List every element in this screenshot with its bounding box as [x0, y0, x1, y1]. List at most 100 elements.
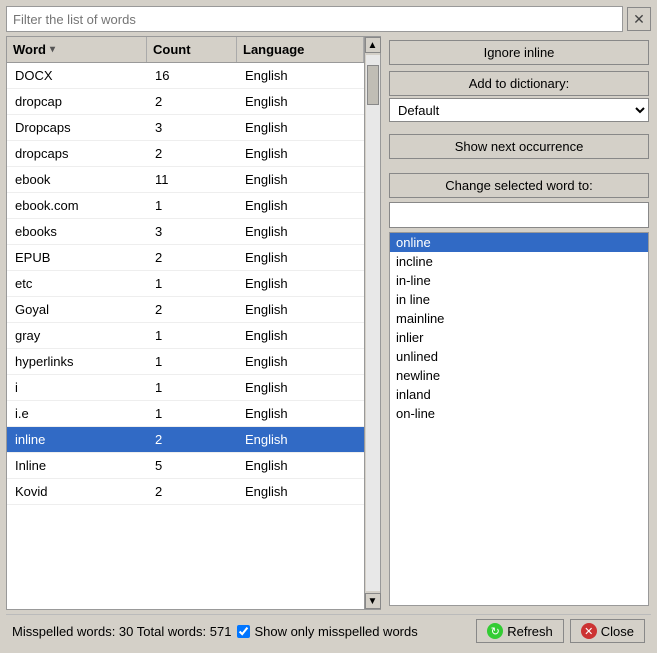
- suggestion-item[interactable]: incline: [390, 252, 648, 271]
- filter-clear-button[interactable]: ✕: [627, 7, 651, 31]
- cell-word: Goyal: [7, 302, 147, 317]
- cell-word: gray: [7, 328, 147, 343]
- change-word-input[interactable]: online: [389, 202, 649, 228]
- suggestion-item[interactable]: in-line: [390, 271, 648, 290]
- cell-word: dropcap: [7, 94, 147, 109]
- action-buttons: ↻ Refresh ✕ Close: [476, 619, 645, 643]
- cell-language: English: [237, 198, 364, 213]
- cell-count: 11: [147, 172, 237, 187]
- suggestion-item[interactable]: newline: [390, 366, 648, 385]
- cell-word: Inline: [7, 458, 147, 473]
- table-row[interactable]: dropcaps 2 English: [7, 141, 364, 167]
- suggestion-item[interactable]: unlined: [390, 347, 648, 366]
- table-row[interactable]: Kovid 2 English: [7, 479, 364, 505]
- cell-word: etc: [7, 276, 147, 291]
- scroll-up-button[interactable]: ▲: [365, 37, 381, 53]
- table-row[interactable]: etc 1 English: [7, 271, 364, 297]
- scroll-down-button[interactable]: ▼: [365, 593, 381, 609]
- status-text: Misspelled words: 30 Total words: 571: [12, 624, 231, 639]
- cell-word: ebook.com: [7, 198, 147, 213]
- show-misspelled-label[interactable]: Show only misspelled words: [237, 624, 417, 639]
- cell-language: English: [237, 432, 364, 447]
- cell-language: English: [237, 458, 364, 473]
- scrollbar[interactable]: ▲ ▼: [365, 36, 381, 610]
- suggestion-item[interactable]: online: [390, 233, 648, 252]
- change-section: Change selected word to: online onlinein…: [387, 169, 651, 610]
- table-row[interactable]: DOCX 16 English: [7, 63, 364, 89]
- checkbox-text: Show only misspelled words: [254, 624, 417, 639]
- close-label: Close: [601, 624, 634, 639]
- table-row[interactable]: Dropcaps 3 English: [7, 115, 364, 141]
- status-bar: Misspelled words: 30 Total words: 571 Sh…: [6, 614, 651, 647]
- table-row[interactable]: gray 1 English: [7, 323, 364, 349]
- cell-count: 2: [147, 302, 237, 317]
- cell-language: English: [237, 354, 364, 369]
- suggestion-item[interactable]: in line: [390, 290, 648, 309]
- table-row[interactable]: inline 2 English: [7, 427, 364, 453]
- cell-language: English: [237, 302, 364, 317]
- cell-language: English: [237, 94, 364, 109]
- table-row[interactable]: ebook.com 1 English: [7, 193, 364, 219]
- scrollbar-thumb[interactable]: [367, 65, 379, 105]
- refresh-button[interactable]: ↻ Refresh: [476, 619, 564, 643]
- suggestion-item[interactable]: mainline: [390, 309, 648, 328]
- table-row[interactable]: i 1 English: [7, 375, 364, 401]
- dictionary-select[interactable]: Default: [389, 98, 649, 122]
- table-row[interactable]: hyperlinks 1 English: [7, 349, 364, 375]
- cell-language: English: [237, 68, 364, 83]
- cell-count: 2: [147, 484, 237, 499]
- cell-word: i: [7, 380, 147, 395]
- cell-language: English: [237, 120, 364, 135]
- table-row[interactable]: Inline 5 English: [7, 453, 364, 479]
- cell-word: i.e: [7, 406, 147, 421]
- cell-word: ebooks: [7, 224, 147, 239]
- cell-word: DOCX: [7, 68, 147, 83]
- table-row[interactable]: EPUB 2 English: [7, 245, 364, 271]
- filter-input[interactable]: [6, 6, 623, 32]
- suggestion-item[interactable]: on-line: [390, 404, 648, 423]
- content-area: Word ▾ Count Language DOCX 16 English dr…: [6, 36, 651, 610]
- header-language: Language: [237, 37, 364, 62]
- scrollbar-track[interactable]: [366, 55, 380, 591]
- right-panel: Ignore inline Add to dictionary: Default…: [387, 36, 651, 610]
- cell-word: dropcaps: [7, 146, 147, 161]
- status-left: Misspelled words: 30 Total words: 571 Sh…: [12, 624, 418, 639]
- cell-language: English: [237, 146, 364, 161]
- change-selected-button[interactable]: Change selected word to:: [389, 173, 649, 198]
- cell-word: ebook: [7, 172, 147, 187]
- right-top-area: Ignore inline Add to dictionary: Default…: [387, 36, 651, 163]
- cell-count: 1: [147, 406, 237, 421]
- filter-row: ✕: [6, 6, 651, 32]
- cell-language: English: [237, 224, 364, 239]
- dict-section: Add to dictionary: Default: [389, 71, 649, 122]
- cell-language: English: [237, 328, 364, 343]
- cell-count: 1: [147, 380, 237, 395]
- show-next-button[interactable]: Show next occurrence: [389, 134, 649, 159]
- ignore-inline-button[interactable]: Ignore inline: [389, 40, 649, 65]
- main-window: ✕ Word ▾ Count Language: [0, 0, 657, 653]
- show-misspelled-checkbox[interactable]: [237, 625, 250, 638]
- cell-count: 1: [147, 276, 237, 291]
- table-row[interactable]: dropcap 2 English: [7, 89, 364, 115]
- table-row[interactable]: i.e 1 English: [7, 401, 364, 427]
- cell-count: 3: [147, 224, 237, 239]
- table-body[interactable]: DOCX 16 English dropcap 2 English Dropca…: [7, 63, 364, 609]
- cell-count: 5: [147, 458, 237, 473]
- cell-count: 2: [147, 432, 237, 447]
- suggestion-item[interactable]: inland: [390, 385, 648, 404]
- cell-language: English: [237, 172, 364, 187]
- table-row[interactable]: ebooks 3 English: [7, 219, 364, 245]
- suggestions-list[interactable]: onlineinclinein-linein linemainlineinlie…: [389, 232, 649, 606]
- cell-word: Dropcaps: [7, 120, 147, 135]
- cell-language: English: [237, 380, 364, 395]
- cell-count: 2: [147, 146, 237, 161]
- cell-language: English: [237, 484, 364, 499]
- close-button[interactable]: ✕ Close: [570, 619, 645, 643]
- cell-count: 2: [147, 94, 237, 109]
- sort-icon-word: ▾: [50, 44, 55, 55]
- table-row[interactable]: ebook 11 English: [7, 167, 364, 193]
- refresh-label: Refresh: [507, 624, 553, 639]
- add-to-dict-button[interactable]: Add to dictionary:: [389, 71, 649, 96]
- suggestion-item[interactable]: inlier: [390, 328, 648, 347]
- table-row[interactable]: Goyal 2 English: [7, 297, 364, 323]
